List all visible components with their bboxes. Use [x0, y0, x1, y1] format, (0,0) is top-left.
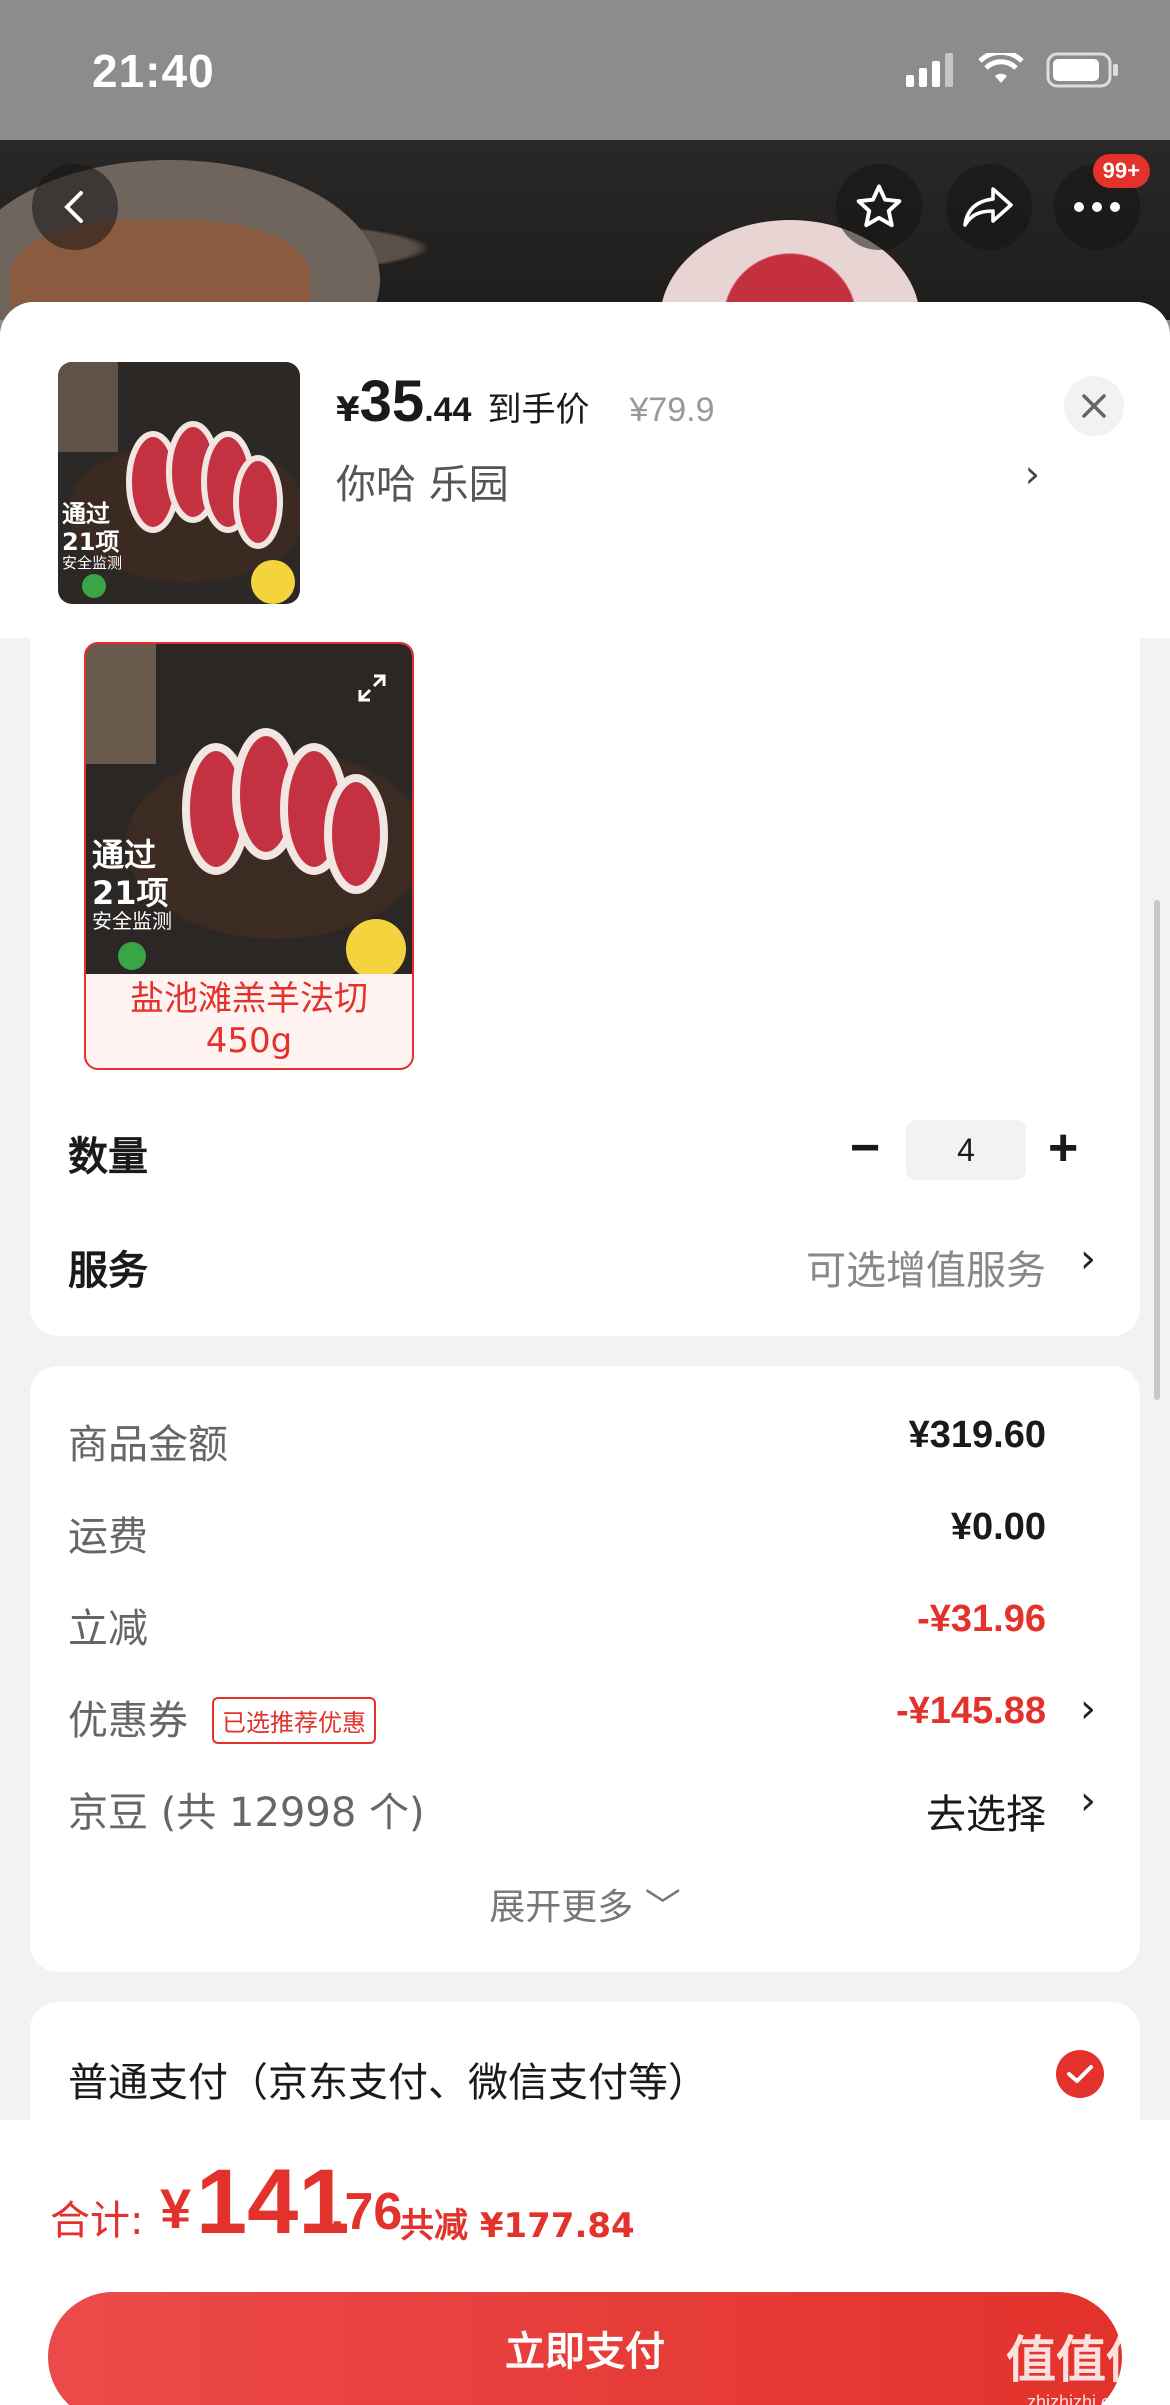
share-button[interactable]: [946, 164, 1032, 250]
service-label: 服务: [68, 1248, 148, 1294]
payment-method-label[interactable]: 普通支付（京东支付、微信支付等）: [68, 2050, 708, 2108]
expand-image-icon[interactable]: [354, 670, 390, 706]
total-integer: 141: [196, 2151, 350, 2253]
sku-image-text-3: 安全监测: [92, 909, 172, 933]
goods-amount-value: ¥319.60: [908, 1414, 1046, 1456]
price-decimal: .44: [424, 391, 472, 429]
star-icon: [856, 184, 902, 228]
jd-beans-value[interactable]: 去选择: [926, 1782, 1046, 1840]
sku-label: 盐池滩羔羊法切 450g: [86, 978, 412, 1062]
coupon-value[interactable]: -¥145.88: [896, 1690, 1046, 1733]
favorite-button[interactable]: [836, 164, 922, 250]
product-thumbnail[interactable]: 通过 21项 安全监测: [58, 362, 300, 604]
coupon-recommended-badge: 已选推荐优惠: [212, 1697, 376, 1744]
coupon-chevron-right-icon[interactable]: ›: [1080, 1686, 1096, 1732]
selected-spec[interactable]: 你哈 乐园: [336, 452, 509, 510]
total-label: 合计:: [50, 2198, 144, 2244]
price-row: ¥ 35 .44 到手价 ¥79.9: [336, 368, 715, 435]
goods-amount-label: 商品金额: [68, 1422, 228, 1468]
back-button[interactable]: [32, 164, 118, 250]
total-currency: ¥: [160, 2177, 192, 2240]
instant-discount-label: 立减: [68, 1606, 148, 1652]
share-arrow-icon: [963, 187, 1013, 227]
service-value[interactable]: 可选增值服务: [806, 1238, 1046, 1296]
cellular-signal-icon: [906, 53, 953, 87]
watermark-url: zhizhizhi.com: [1026, 2392, 1136, 2405]
coupon-label: 优惠券: [68, 1698, 188, 1744]
quantity-decrease-button[interactable]: −: [850, 1118, 880, 1178]
sku-weight: 450g: [205, 1021, 293, 1061]
sku-option-selected[interactable]: 通过 21项 安全监测 盐池滩羔羊法切 450g: [84, 642, 414, 1070]
jd-beans-chevron-right-icon[interactable]: ›: [1080, 1778, 1096, 1824]
chevron-left-icon: [64, 191, 83, 223]
quantity-increase-button[interactable]: +: [1048, 1118, 1078, 1178]
instant-discount-value: -¥31.96: [917, 1598, 1046, 1640]
thumb-text-3: 安全监测: [62, 554, 122, 572]
wifi-icon: [978, 53, 1024, 83]
pay-now-button[interactable]: 立即支付: [48, 2292, 1122, 2405]
service-chevron-right-icon[interactable]: ›: [1080, 1236, 1096, 1282]
sku-image-text-1: 通过: [92, 836, 156, 874]
shipping-value: ¥0.00: [950, 1506, 1046, 1548]
close-button[interactable]: [1064, 376, 1124, 436]
more-button[interactable]: 99+: [1054, 154, 1150, 250]
final-price-tag: 到手价: [487, 390, 590, 430]
shipping-label: 运费: [68, 1514, 148, 1560]
close-icon: [1082, 394, 1106, 418]
status-time: 21:40: [92, 45, 215, 97]
site-watermark: 值值值 zhizhizhi.com: [1006, 2320, 1156, 2405]
total-saved: 共减 ¥177.84: [400, 2206, 635, 2246]
more-dots-icon: [1074, 202, 1120, 212]
lamb-chops-thumbnail-image: 通过 21项 安全监测: [58, 362, 300, 604]
battery-icon: [1046, 52, 1118, 88]
scrollbar[interactable]: [1154, 900, 1160, 1400]
jd-beans-label: 京豆 (共 12998 个): [68, 1790, 425, 1836]
thumb-text-2: 21项: [62, 528, 119, 556]
price-integer: 35: [359, 369, 425, 434]
payment-selected-check-icon[interactable]: [1056, 2050, 1104, 2098]
sku-image: 通过 21项 安全监测: [86, 644, 412, 974]
price-currency: ¥: [336, 390, 360, 430]
spec-chevron-right-icon[interactable]: ›: [1025, 452, 1040, 496]
quantity-label: 数量: [68, 1134, 148, 1180]
notification-badge: 99+: [1092, 154, 1150, 188]
total-decimal: .76: [330, 2183, 403, 2241]
expand-more-button[interactable]: 展开更多 ﹀: [0, 1878, 1170, 1930]
quantity-input[interactable]: 4: [906, 1120, 1026, 1180]
thumb-text-1: 通过: [62, 500, 110, 528]
sku-name: 盐池滩羔羊法切: [130, 979, 368, 1019]
sku-image-text-2: 21项: [92, 874, 169, 912]
status-bar: 21:40: [0, 0, 1170, 140]
watermark-logo: 值值值: [1006, 2331, 1156, 2389]
original-price: ¥79.9: [629, 391, 715, 429]
status-icons: [906, 52, 1120, 88]
